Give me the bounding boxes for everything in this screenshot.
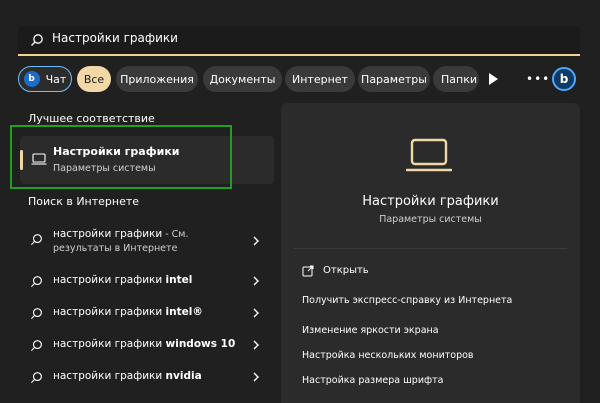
web-result-label: настройки графики nvidia	[53, 370, 202, 382]
help-link-multiple-monitors[interactable]: Настройка нескольких мониторов	[302, 350, 474, 361]
web-search-heading: Поиск в Интернете	[28, 195, 140, 208]
more-options-icon[interactable]: •••	[526, 72, 550, 86]
chevron-right-icon	[253, 276, 259, 286]
divider	[294, 248, 567, 249]
web-result-label: настройки графики intel	[53, 274, 193, 286]
search-icon	[30, 308, 42, 320]
folders-filter-button[interactable]: Папки	[433, 66, 479, 92]
chat-filter-label: Чат	[45, 72, 67, 86]
search-input[interactable]: Настройки графики	[52, 31, 178, 45]
laptop-icon	[406, 138, 452, 172]
chevron-right-icon	[253, 372, 259, 382]
help-link-font-size[interactable]: Настройка размера шрифта	[302, 375, 443, 386]
highlight-box	[10, 125, 232, 189]
search-icon	[30, 276, 42, 288]
web-result-label: настройки графики windows 10	[53, 338, 236, 350]
web-result-label: настройки графики - См.	[53, 228, 189, 240]
open-button[interactable]: Открыть	[323, 265, 369, 276]
search-bar[interactable]: Настройки графики	[18, 26, 580, 56]
help-link-brightness[interactable]: Изменение яркости экрана	[302, 325, 439, 336]
web-result-sublabel: результаты в Интернете	[53, 243, 178, 254]
details-subtitle: Параметры системы	[379, 214, 482, 225]
chevron-right-icon	[253, 340, 259, 350]
web-result-item[interactable]: настройки графики - См. результаты в Инт…	[20, 226, 274, 260]
all-filter-button[interactable]: Все	[77, 66, 111, 92]
scroll-filters-right-icon[interactable]	[486, 72, 500, 86]
bing-icon: b	[23, 71, 40, 87]
web-result-item[interactable]: настройки графики windows 10	[20, 336, 274, 354]
chat-filter-button[interactable]: b Чат	[18, 66, 72, 92]
apps-filter-button[interactable]: Приложения	[116, 66, 198, 92]
details-title: Настройки графики	[362, 194, 499, 209]
search-icon	[30, 372, 42, 384]
search-icon	[31, 34, 43, 46]
web-result-item[interactable]: настройки графики intel®	[20, 304, 274, 322]
documents-filter-button[interactable]: Документы	[203, 66, 282, 92]
chevron-right-icon	[253, 236, 259, 246]
help-heading: Получить экспресс-справку из Интернета	[302, 295, 513, 306]
internet-filter-button[interactable]: Интернет	[285, 66, 355, 92]
bing-chat-icon[interactable]: b	[552, 67, 576, 91]
web-result-item[interactable]: настройки графики nvidia	[20, 368, 274, 386]
best-match-heading: Лучшее соответствие	[28, 112, 155, 125]
open-external-icon[interactable]	[302, 265, 314, 277]
details-panel: Настройки графики Параметры системы Откр…	[281, 103, 580, 403]
chevron-right-icon	[253, 308, 259, 318]
search-icon	[30, 340, 42, 352]
parameters-filter-button[interactable]: Параметры	[358, 66, 430, 92]
web-result-item[interactable]: настройки графики intel	[20, 272, 274, 290]
web-result-label: настройки графики intel®	[53, 306, 203, 318]
search-icon	[30, 234, 42, 246]
